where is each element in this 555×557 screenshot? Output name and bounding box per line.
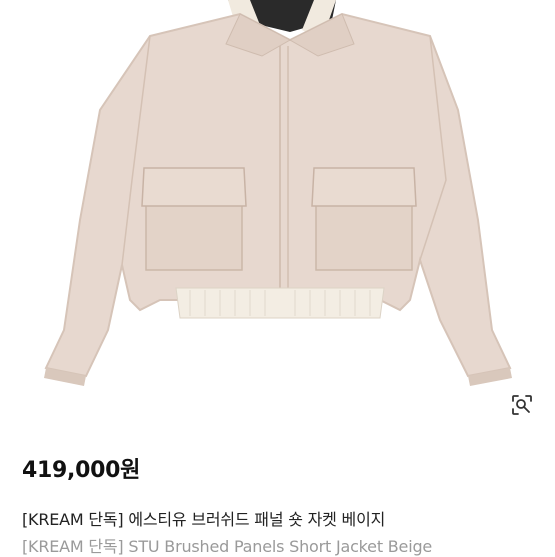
product-title-english[interactable]: [KREAM 단독] STU Brushed Panels Short Jack… [22, 533, 432, 557]
product-title-korean[interactable]: [KREAM 단독] 에스티유 브러쉬드 패널 숏 자켓 베이지 [22, 506, 385, 530]
visual-search-button[interactable] [508, 391, 536, 419]
product-image[interactable] [0, 0, 555, 425]
product-price: 419,000원 [22, 458, 141, 483]
jacket-illustration [44, 0, 512, 386]
visual-search-icon [512, 395, 532, 415]
